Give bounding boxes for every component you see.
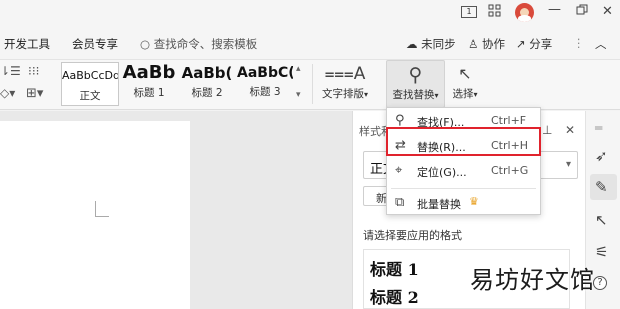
pin-icon[interactable]: ⊥ xyxy=(542,123,552,137)
crown-icon: ♛ xyxy=(469,195,479,208)
text-layout-button[interactable]: ⩶A 文字排版▾ xyxy=(320,62,370,101)
pen-icon[interactable]: ✎ xyxy=(595,178,608,196)
cursor-icon: ↖ xyxy=(458,64,472,83)
styles-more-icon[interactable]: ▾ xyxy=(296,90,301,100)
search-placeholder: 查找命令、搜索模板 xyxy=(153,37,258,51)
style-heading-3-sample: AaBbC( xyxy=(237,65,293,81)
style-heading-1-label: 标题 1 xyxy=(133,87,165,99)
fill-icon[interactable]: ◇▾ xyxy=(0,86,15,100)
share-label: 分享 xyxy=(529,37,553,51)
sidebar-grip-icon: ═ xyxy=(595,121,603,135)
style-heading-2[interactable]: AaBb( 标题 2 xyxy=(179,62,235,106)
window-layout-icon[interactable]: 1 xyxy=(461,6,477,18)
style-normal[interactable]: AaBbCcDd 正文 xyxy=(61,62,119,106)
border-icon[interactable]: ⊞▾ xyxy=(26,86,43,101)
chevron-down-icon: ▾ xyxy=(565,159,571,170)
style-heading-2-sample: AaBb( xyxy=(181,64,233,82)
magnifier-icon: ⚲ xyxy=(408,64,423,86)
search-icon: ⚲ xyxy=(395,113,405,128)
help-icon[interactable]: ? xyxy=(593,276,607,290)
style-list-heading-2[interactable]: 标题 2 xyxy=(370,284,419,308)
ribbon-divider xyxy=(312,64,313,104)
share-button[interactable]: ↗ 分享 xyxy=(516,36,552,52)
collab-button[interactable]: ♙ 协作 xyxy=(468,36,505,52)
text-layout-label: 文字排版 xyxy=(321,88,364,100)
goto-icon: ⌖ xyxy=(395,163,403,178)
list-icon[interactable]: ⇂☰ xyxy=(0,64,21,78)
style-heading-3-label: 标题 3 xyxy=(249,86,281,98)
menu-item-goto[interactable]: ⌖ 定位(G)... Ctrl+G xyxy=(387,159,540,183)
menu-item-find-shortcut: Ctrl+F xyxy=(491,114,527,127)
menu-item-goto-shortcut: Ctrl+G xyxy=(491,164,529,177)
style-heading-2-label: 标题 2 xyxy=(191,87,223,99)
document-page[interactable] xyxy=(0,121,190,309)
grid-icon[interactable] xyxy=(488,4,501,21)
cloud-icon: ☁ xyxy=(406,37,418,51)
more-icon[interactable]: ⋮ xyxy=(573,36,585,50)
tab-member[interactable]: 会员专享 xyxy=(72,36,118,52)
text-layout-icon: ⩶A xyxy=(324,64,366,84)
find-replace-menu: ⚲ 查找(F)... Ctrl+F ⇄ 替换(R)... Ctrl+H ⌖ 定位… xyxy=(386,107,541,215)
collapse-ribbon-icon[interactable]: ︿ xyxy=(595,36,607,52)
menu-item-goto-label: 定位(G)... xyxy=(417,166,467,179)
adjust-icon[interactable]: ⚟ xyxy=(595,243,608,261)
user-icon: ♙ xyxy=(468,37,479,51)
select-button[interactable]: ↖ 选择▾ xyxy=(448,62,482,101)
menu-item-batch-replace[interactable]: ⧉ 批量替换 ♛ xyxy=(387,191,540,215)
find-replace-button[interactable]: ⚲ 查找替换▾ xyxy=(386,60,445,108)
batch-replace-icon: ⧉ xyxy=(395,195,405,210)
share-icon: ↗ xyxy=(516,37,526,51)
menu-item-batch-replace-label: 批量替换 xyxy=(417,198,461,211)
minimize-icon[interactable]: — xyxy=(548,2,561,17)
replace-highlight-box xyxy=(386,127,541,156)
avatar[interactable] xyxy=(515,3,534,22)
style-heading-1[interactable]: AaBb 标题 1 xyxy=(121,62,177,106)
rocket-icon[interactable]: ➶ xyxy=(595,147,608,165)
menu-separator xyxy=(391,188,536,189)
search-icon: ○ xyxy=(140,37,151,51)
select-label: 选择 xyxy=(452,88,474,100)
style-normal-label: 正文 xyxy=(79,90,101,102)
panel-close-icon[interactable]: ✕ xyxy=(565,123,575,137)
close-icon[interactable]: ✕ xyxy=(602,4,613,19)
styles-scroll-up-icon[interactable]: ▴ xyxy=(296,64,301,74)
document-area xyxy=(0,111,352,309)
style-heading-3[interactable]: AaBbC( 标题 3 xyxy=(237,62,293,106)
restore-icon[interactable] xyxy=(576,4,588,20)
title-bar: 1 — ✕ xyxy=(0,0,620,26)
collab-label: 协作 xyxy=(481,37,505,51)
style-normal-sample: AaBbCcDd xyxy=(62,69,118,82)
column-icon[interactable]: ⁝⁝⁝ xyxy=(28,64,39,78)
menu-bar: 开发工具 会员专享 ○ 查找命令、搜索模板 ☁ 未同步 ♙ 协作 ↗ 分享 ⋮ … xyxy=(0,26,620,60)
sync-label: 未同步 xyxy=(421,37,456,51)
page-margin-marker xyxy=(95,201,109,217)
format-prompt: 请选择要应用的格式 xyxy=(363,229,462,242)
style-heading-1-sample: AaBb xyxy=(122,62,176,83)
watermark: 易坊好文馆 xyxy=(470,266,595,294)
style-list-heading-1[interactable]: 标题 1 xyxy=(370,256,419,280)
sync-button[interactable]: ☁ 未同步 xyxy=(406,36,456,52)
command-search[interactable]: ○ 查找命令、搜索模板 xyxy=(140,36,257,52)
pointer-icon[interactable]: ↖ xyxy=(595,211,608,229)
tab-dev-tools[interactable]: 开发工具 xyxy=(4,36,50,52)
find-replace-label: 查找替换 xyxy=(392,89,435,101)
ribbon: ⇂☰ ⁝⁝⁝ ◇▾ ⊞▾ AaBbCcDd 正文 AaBb 标题 1 AaBb(… xyxy=(0,60,620,110)
find-replace-inner: ⚲ 查找替换▾ xyxy=(387,63,444,102)
